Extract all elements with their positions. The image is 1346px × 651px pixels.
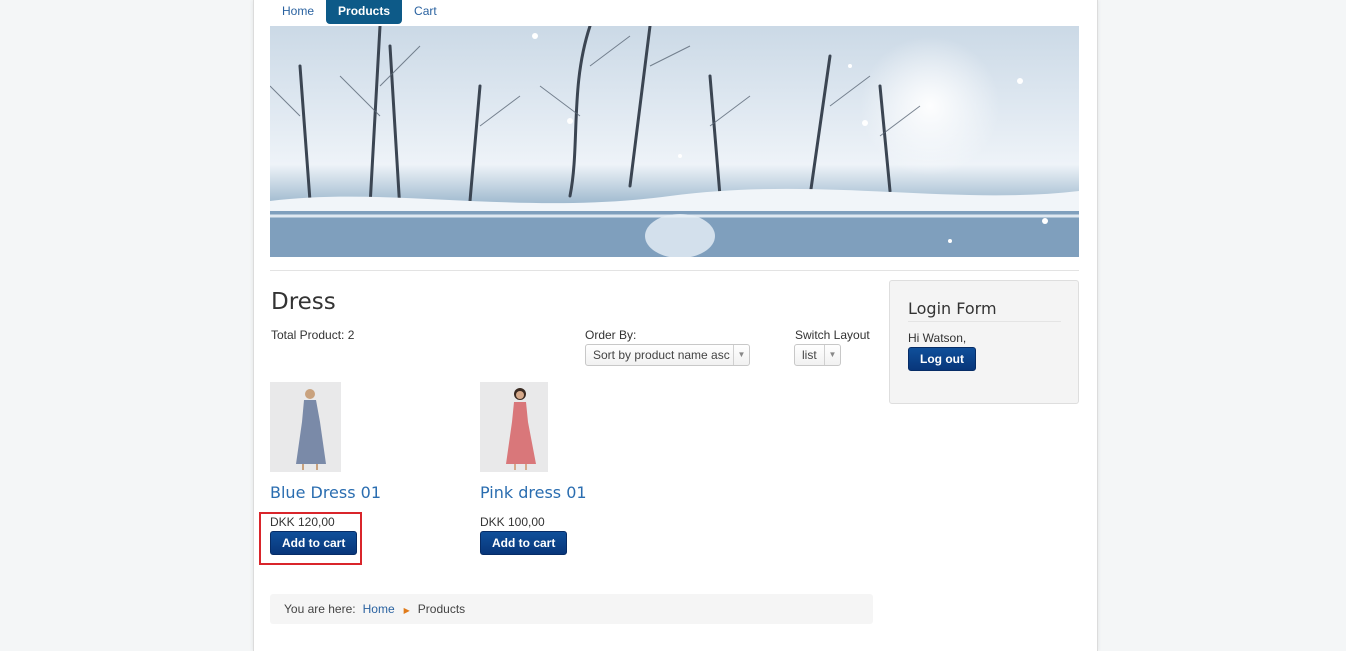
order-by-select[interactable]: Sort by product name asc ▼: [585, 344, 750, 366]
log-out-button[interactable]: Log out: [908, 347, 976, 371]
breadcrumb: You are here: Home ▶ Products: [270, 594, 873, 624]
top-nav: Home Products Cart: [270, 0, 449, 24]
switch-layout-label: Switch Layout: [795, 328, 870, 342]
product-price: DKK 100,00: [480, 515, 545, 529]
add-to-cart-button[interactable]: Add to cart: [480, 531, 568, 555]
page-container: Home Products Cart Dress Total Product: …: [253, 0, 1098, 651]
switch-layout-value: list: [802, 348, 817, 362]
product-name-link[interactable]: Pink dress 01: [480, 483, 680, 502]
switch-layout-select[interactable]: list ▼: [794, 344, 841, 366]
product-image[interactable]: [480, 382, 548, 472]
breadcrumb-current: Products: [417, 602, 466, 616]
nav-cart[interactable]: Cart: [402, 0, 449, 24]
login-form-title: Login Form: [908, 299, 997, 318]
highlight-box: [259, 512, 362, 565]
breadcrumb-home-link[interactable]: Home: [363, 602, 395, 616]
product-card: Pink dress 01 DKK 100,00 Add to cart: [480, 382, 680, 555]
page-title: Dress: [271, 289, 336, 315]
divider: [908, 321, 1061, 322]
product-image[interactable]: [270, 382, 341, 472]
divider: [270, 270, 1079, 271]
order-by-label: Order By:: [585, 328, 637, 342]
banner-image: [270, 26, 1079, 257]
nav-home[interactable]: Home: [270, 0, 326, 24]
chevron-down-icon: ▼: [824, 345, 840, 365]
login-greeting: Hi Watson,: [908, 331, 967, 345]
total-product-count: Total Product: 2: [271, 328, 355, 342]
product-name-link[interactable]: Blue Dress 01: [270, 483, 470, 502]
login-form-panel: Login Form Hi Watson, Log out: [889, 280, 1079, 404]
order-by-value: Sort by product name asc: [593, 348, 730, 362]
chevron-right-icon: ▶: [403, 606, 410, 615]
nav-products[interactable]: Products: [326, 0, 403, 24]
breadcrumb-prefix: You are here:: [284, 602, 356, 616]
chevron-down-icon: ▼: [733, 345, 749, 365]
